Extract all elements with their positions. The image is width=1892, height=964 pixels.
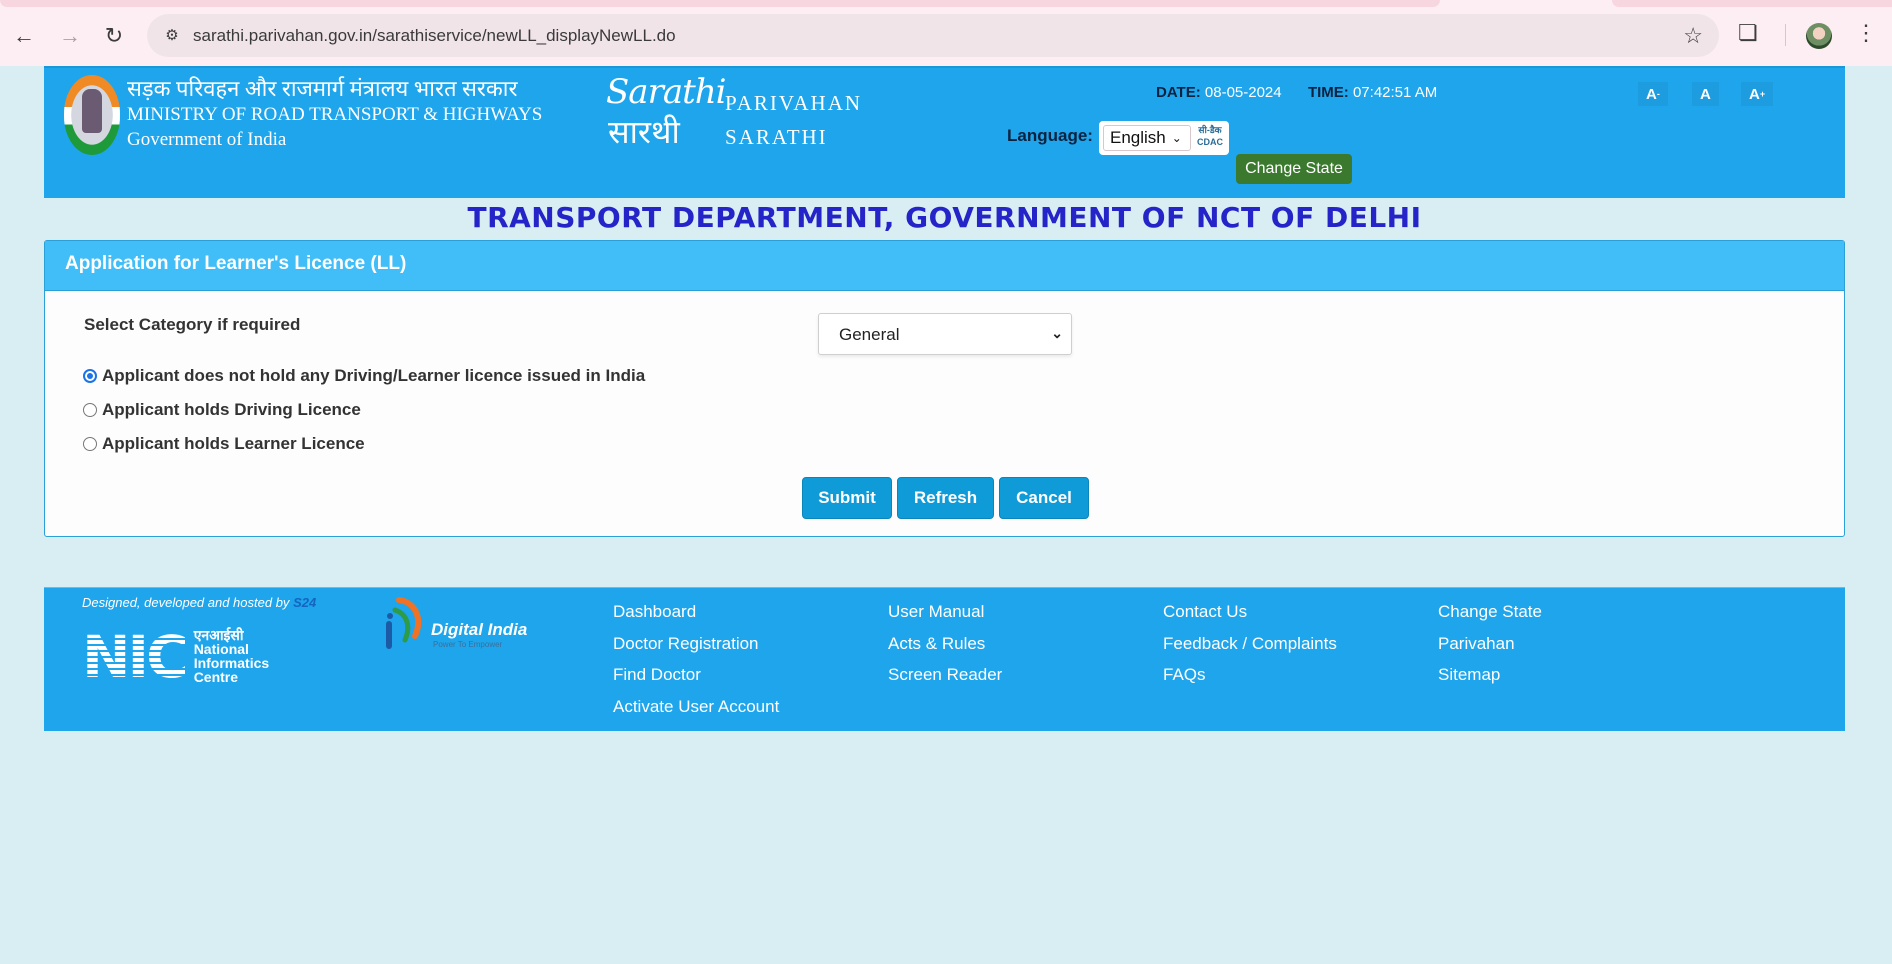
date-time: DATE: 08-05-2024 TIME: 07:42:51 AM [1156,84,1437,101]
nic-name: एनआईसी National Informatics Centre [194,628,269,684]
footer-link-parivahan[interactable]: Parivahan [1438,628,1542,660]
footer-link-doctor-registration[interactable]: Doctor Registration [613,628,779,660]
site-header: सड़क परिवहन और राजमार्ग मंत्रालय भारत सर… [44,66,1845,198]
footer-link-dashboard[interactable]: Dashboard [613,596,779,628]
cdac-logo: सी-डैक CDAC [1194,124,1226,152]
designed-by-text: Designed, developed and hosted by [82,595,290,610]
url-text[interactable]: sarathi.parivahan.gov.in/sarathiservice/… [193,26,676,46]
national-emblem-logo [64,75,120,155]
browser-tab[interactable] [1612,0,1892,7]
brand-line-parivahan: PARIVAHAN [725,91,863,115]
category-label: Select Category if required [84,315,301,334]
footer-link-sitemap[interactable]: Sitemap [1438,659,1542,691]
cdac-english: CDAC [1197,137,1223,147]
digital-india-swirl-icon [386,597,422,649]
submit-button[interactable]: Submit [802,477,892,519]
radio-no-licence[interactable]: Applicant does not hold any Driving/Lear… [83,366,645,386]
footer-column-2: User Manual Acts & Rules Screen Reader [888,596,1002,691]
radio-label[interactable]: Applicant holds Learner Licence [102,434,365,454]
extensions-icon[interactable]: ❏ [1738,20,1758,46]
time-label: TIME: [1307,84,1349,101]
sarathi-logo: Sarathi सारथी [606,72,727,152]
footer-link-contact-us[interactable]: Contact Us [1163,596,1337,628]
radio-holds-learner-licence[interactable]: Applicant holds Learner Licence [83,434,365,454]
category-selected: General [839,325,900,344]
reload-icon[interactable]: ↻ [100,22,128,50]
font-decrease-button[interactable]: A- [1638,82,1668,106]
date-label: DATE: [1156,84,1201,101]
back-icon[interactable]: ← [10,22,38,50]
footer-link-user-manual[interactable]: User Manual [888,596,1002,628]
cancel-button[interactable]: Cancel [999,477,1089,519]
radio-button[interactable] [83,403,97,417]
nic-line: Centre [193,669,239,685]
chevron-down-icon: ⌄ [1051,325,1063,341]
category-select[interactable]: General ⌄ [818,313,1072,355]
font-increase-button[interactable]: A + [1741,82,1774,106]
department-title: TRANSPORT DEPARTMENT, GOVERNMENT OF NCT … [467,201,1422,234]
chevron-down-icon: ⌄ [1171,131,1182,145]
address-bar[interactable]: ⚙ sarathi.parivahan.gov.in/sarathiservic… [147,14,1719,57]
language-box: English ⌄ सी-डैक CDAC [1099,121,1229,155]
change-state-button[interactable]: Change State [1236,154,1352,184]
profile-avatar[interactable] [1806,23,1832,49]
radio-label[interactable]: Applicant does not hold any Driving/Lear… [102,366,645,386]
more-menu-icon[interactable]: ⋮ [1855,20,1877,46]
browser-toolbar: ← → ↻ ⚙ sarathi.parivahan.gov.in/sarathi… [0,0,1892,66]
nic-hindi: एनआईसी [193,627,244,643]
ministry-english: MINISTRY OF ROAD TRANSPORT & HIGHWAYS [127,104,543,125]
bookmark-star-icon[interactable]: ☆ [1683,23,1703,49]
toolbar-divider [1785,24,1786,46]
designed-by: Designed, developed and hosted by S24 [82,595,316,610]
sarathi-logo-english: Sarathi [606,72,727,112]
ministry-name: सड़क परिवहन और राजमार्ग मंत्रालय भारत सर… [127,76,542,152]
footer-link-faqs[interactable]: FAQs [1163,659,1337,691]
brand-text: PARIVAHAN SARATHI [725,86,862,154]
radio-button-checked[interactable] [83,369,97,383]
footer-link-acts-rules[interactable]: Acts & Rules [888,628,1002,660]
radio-label[interactable]: Applicant holds Driving Licence [102,400,361,420]
language-label: Language: [1007,126,1093,145]
digital-india-text: Digital India [431,620,528,639]
language-select[interactable]: English ⌄ [1103,125,1191,151]
ll-application-panel: Application for Learner's Licence (LL) S… [44,240,1845,537]
date-value: 08-05-2024 [1204,84,1282,101]
brand-line-sarathi: SARATHI [725,125,828,149]
nic-line: National [193,641,249,657]
ministry-hindi: सड़क परिवहन और राजमार्ग मंत्रालय भारत सर… [127,76,518,101]
panel-title: Application for Learner's Licence (LL) [45,241,1844,291]
nic-letters: NIC [82,623,189,691]
browser-tab[interactable] [0,0,1440,7]
radio-holds-driving-licence[interactable]: Applicant holds Driving Licence [83,400,361,420]
sarathi-logo-hindi: सारथी [608,113,680,151]
cdac-hindi: सी-डैक [1198,125,1222,135]
digital-india-tagline: Power To Empower [433,640,503,649]
footer-link-activate-user-account[interactable]: Activate User Account [613,691,779,723]
government-of-india: Government of India [127,129,287,150]
site-footer: Designed, developed and hosted by S24 NI… [44,587,1845,731]
radio-button[interactable] [83,437,97,451]
footer-column-4: Change State Parivahan Sitemap [1438,596,1542,691]
footer-column-3: Contact Us Feedback / Complaints FAQs [1163,596,1337,691]
designed-by-link[interactable]: S24 [293,595,316,610]
footer-link-find-doctor[interactable]: Find Doctor [613,659,779,691]
time-value: 07:42:51 AM [1352,84,1438,101]
refresh-button[interactable]: Refresh [897,477,994,519]
tab-strip [0,0,1892,8]
language-selected: English [1110,128,1166,147]
footer-link-feedback-complaints[interactable]: Feedback / Complaints [1163,628,1337,660]
footer-link-change-state[interactable]: Change State [1438,596,1542,628]
footer-link-screen-reader[interactable]: Screen Reader [888,659,1002,691]
emblem-lion-icon [82,89,102,133]
forward-icon[interactable]: → [56,22,84,50]
footer-column-1: Dashboard Doctor Registration Find Docto… [613,596,779,722]
digital-india-logo[interactable]: Digital India Power To Empower [381,596,551,656]
nic-logo[interactable]: NIC एनआईसी National Informatics Centre [82,628,269,690]
font-normal-button[interactable]: A [1692,82,1719,106]
site-info-icon[interactable]: ⚙ [161,24,183,46]
nic-line: Informatics [193,655,270,671]
